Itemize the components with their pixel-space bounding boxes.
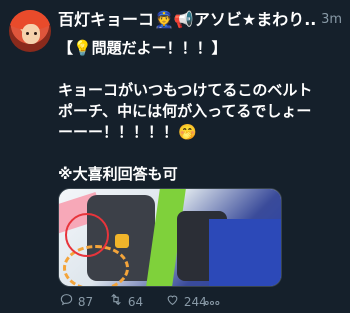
tweet-line: ポーチ、中には何が入ってるでしょー	[58, 102, 312, 120]
tweet-image[interactable]	[58, 188, 282, 287]
display-name[interactable]: 百灯キョーコ👮📢アソビ★まわり...	[58, 10, 316, 30]
avatar-eye	[34, 32, 37, 35]
avatar-face	[22, 24, 40, 44]
heart-icon	[164, 293, 180, 312]
timestamp[interactable]: 3m	[321, 12, 342, 27]
image-red-circle	[65, 213, 109, 257]
tweet-line: 【💡問題だよー！！！】	[58, 39, 227, 57]
tweet-actions: 87 64 244	[58, 293, 338, 311]
retweet-icon	[108, 293, 124, 312]
reply-button[interactable]: 87	[58, 293, 93, 311]
more-icon	[204, 294, 220, 312]
avatar[interactable]	[9, 10, 51, 52]
image-badge	[115, 234, 129, 248]
tweet-line: ーーー！！！！！🤭	[58, 123, 197, 141]
retweet-button[interactable]: 64	[108, 293, 143, 311]
reply-icon	[58, 293, 74, 312]
tweet-line: キョーコがいつもつけてるこのベルト	[58, 81, 313, 99]
retweet-count: 64	[127, 295, 144, 309]
reply-count: 87	[77, 295, 94, 309]
like-button[interactable]: 244	[164, 293, 207, 311]
more-button[interactable]	[204, 293, 220, 311]
tweet-line: ※大喜利回答も可	[58, 165, 178, 183]
tweet-header: 百灯キョーコ👮📢アソビ★まわり... 3m	[58, 10, 342, 32]
avatar-eye	[26, 32, 29, 35]
tweet-card[interactable]: 百灯キョーコ👮📢アソビ★まわり... 3m 【💡問題だよー！！！】 キョーコがい…	[0, 0, 350, 313]
image-blue-uniform	[209, 219, 281, 286]
